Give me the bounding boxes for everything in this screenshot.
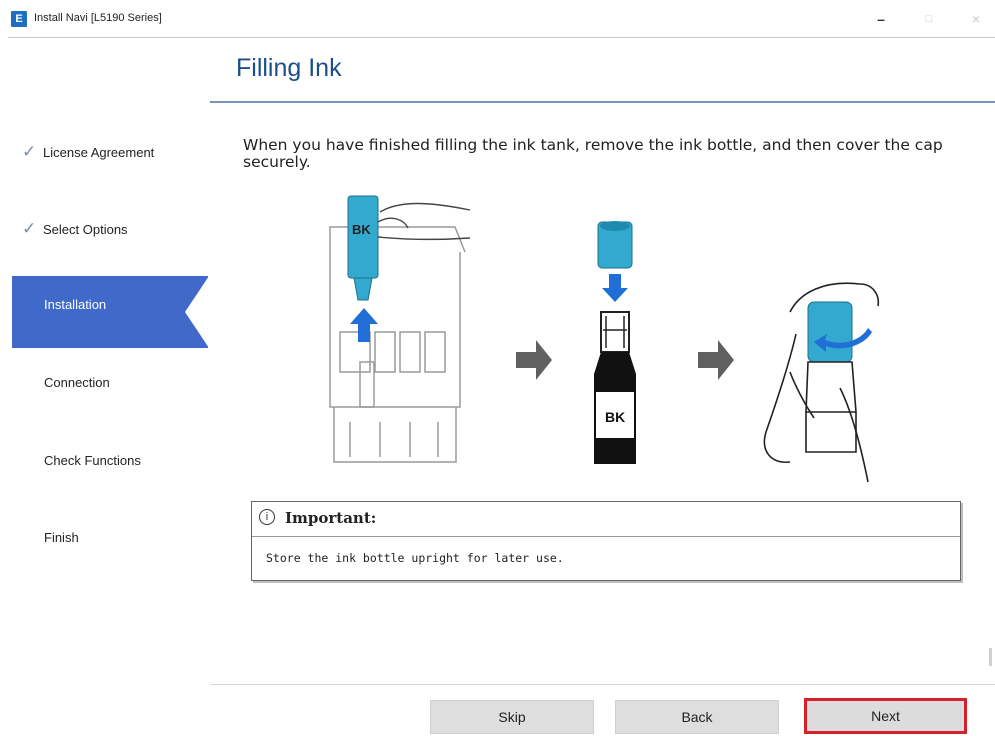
footer-divider xyxy=(210,684,995,685)
header-divider xyxy=(210,101,995,103)
right-arrow-icon xyxy=(516,340,552,380)
check-icon: ✓ xyxy=(22,219,37,238)
down-arrow-icon xyxy=(602,274,628,302)
step-label: Connection xyxy=(44,375,110,390)
right-arrow-icon xyxy=(698,340,734,380)
important-notice: i Important: Store the ink bottle uprigh… xyxy=(251,501,961,581)
filling-ink-illustration: BK BK xyxy=(329,195,880,482)
up-arrow-icon xyxy=(350,308,378,342)
epson-app-icon: E xyxy=(11,11,27,27)
step-label: Select Options xyxy=(43,222,128,237)
step-label: License Agreement xyxy=(43,145,155,160)
title-bar: E Install Navi [L5190 Series] – □ × xyxy=(0,0,995,38)
check-icon: ✓ xyxy=(22,142,37,161)
bottle-and-cap-panel: BK xyxy=(594,221,636,464)
step-label: Finish xyxy=(44,530,79,545)
important-text: Store the ink bottle upright for later u… xyxy=(266,551,564,565)
bottle-label-bk: BK xyxy=(352,222,371,237)
step-label: Check Functions xyxy=(44,453,141,468)
step-label: Installation xyxy=(44,297,107,312)
step-installation-active: Installation xyxy=(12,276,209,348)
important-divider xyxy=(252,536,960,537)
cap-securing-panel xyxy=(763,282,880,482)
close-button[interactable]: × xyxy=(961,8,991,30)
ink-bottle xyxy=(347,195,379,279)
important-title: Important: xyxy=(285,509,377,527)
bottle-label-bk: BK xyxy=(605,409,625,425)
next-button[interactable]: Next xyxy=(804,698,967,734)
minimize-button[interactable]: – xyxy=(866,8,896,30)
scroll-indicator xyxy=(989,648,992,666)
skip-button[interactable]: Skip xyxy=(430,700,594,734)
active-step-notch xyxy=(185,276,209,348)
title-divider xyxy=(8,37,995,38)
instruction-text: When you have finished filling the ink t… xyxy=(243,136,943,171)
maximize-button[interactable]: □ xyxy=(914,8,944,30)
info-icon: i xyxy=(259,509,275,525)
back-button[interactable]: Back xyxy=(615,700,779,734)
ink-tank-panel: BK xyxy=(329,195,471,463)
window-title: Install Navi [L5190 Series] xyxy=(34,12,162,24)
page-title: Filling Ink xyxy=(236,54,342,82)
